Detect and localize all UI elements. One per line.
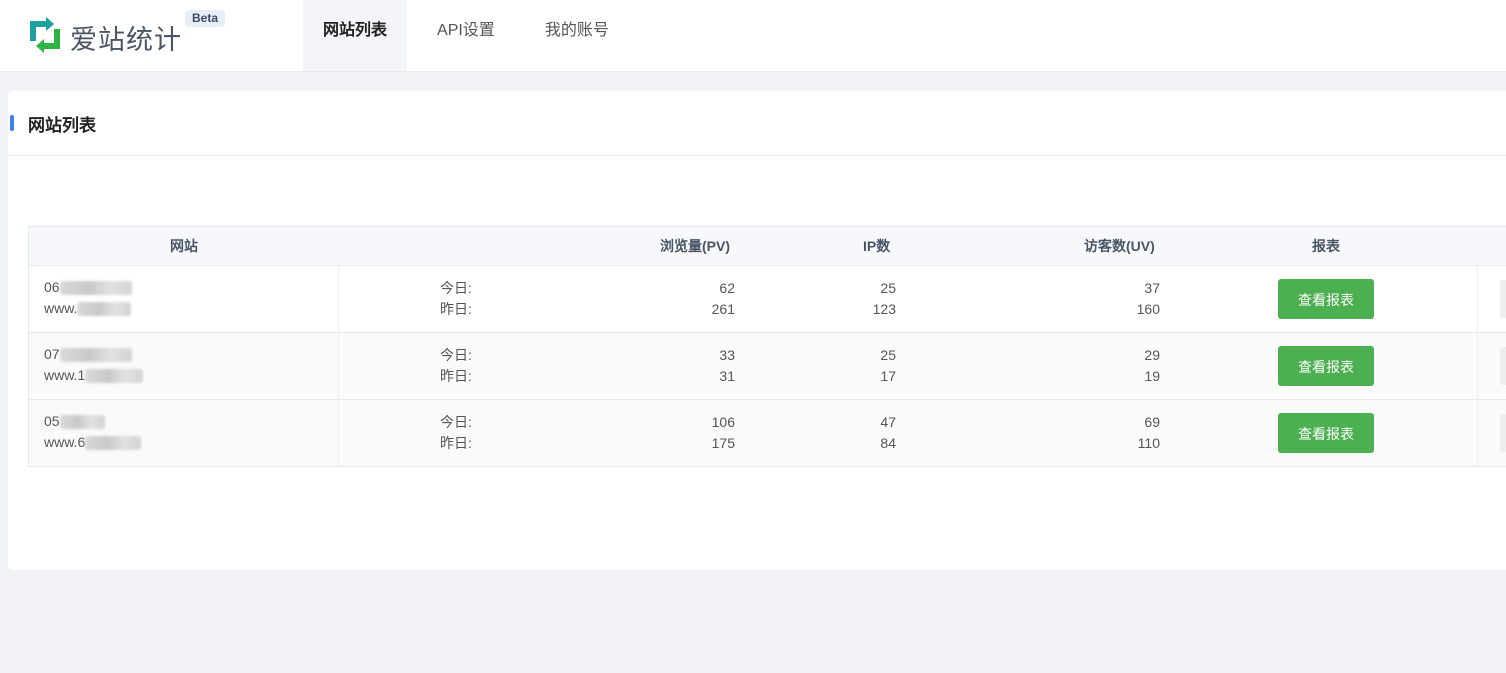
period-labels: 今日: 昨日: bbox=[440, 278, 472, 320]
header-uv[interactable]: 访客数(UV) bbox=[1084, 227, 1155, 265]
beta-badge: Beta bbox=[185, 10, 226, 27]
label-yesterday: 昨日: bbox=[440, 301, 472, 317]
redacted-text bbox=[59, 281, 132, 296]
uv-today: 37 bbox=[1144, 280, 1160, 296]
uv-yesterday: 160 bbox=[1136, 301, 1160, 317]
site-list-panel: 网站列表 网站 浏览量(PV) IP数 访客数(UV) 报表 06 www. 今… bbox=[8, 91, 1506, 570]
redacted-text bbox=[85, 369, 144, 384]
site-stats-table: 网站 浏览量(PV) IP数 访客数(UV) 报表 06 www. 今日: 昨日… bbox=[28, 226, 1506, 467]
top-header: 爱站统计 Beta 网站列表 API设置 我的账号 bbox=[0, 0, 1506, 72]
column-divider bbox=[1477, 400, 1478, 466]
header-site[interactable]: 网站 bbox=[170, 227, 198, 265]
panel-title: 网站列表 bbox=[28, 116, 96, 135]
view-report-button[interactable]: 查看报表 bbox=[1278, 279, 1374, 319]
site-url[interactable]: www.6 bbox=[44, 432, 142, 453]
ip-values: 47 84 bbox=[836, 412, 896, 454]
redacted-text bbox=[59, 415, 105, 430]
site-name: 07 bbox=[44, 344, 143, 365]
label-yesterday: 昨日: bbox=[440, 435, 472, 451]
pv-values: 106 175 bbox=[675, 412, 735, 454]
label-today: 今日: bbox=[440, 414, 472, 430]
ip-values: 25 123 bbox=[836, 278, 896, 320]
site-url[interactable]: www.1 bbox=[44, 365, 144, 386]
site-name: 05 bbox=[44, 411, 141, 432]
uv-values: 37 160 bbox=[1100, 278, 1160, 320]
site-cell: 07 www.1 bbox=[44, 344, 144, 386]
ip-values: 25 17 bbox=[836, 345, 896, 387]
uv-today: 69 bbox=[1144, 414, 1160, 430]
ip-yesterday: 84 bbox=[880, 435, 896, 451]
uv-values: 29 19 bbox=[1100, 345, 1160, 387]
ip-yesterday: 17 bbox=[880, 368, 896, 384]
pv-values: 62 261 bbox=[675, 278, 735, 320]
ip-yesterday: 123 bbox=[872, 301, 896, 317]
table-row: 05 www.6 今日: 昨日: 106 175 47 84 69 110 查看… bbox=[29, 400, 1506, 467]
pv-today: 33 bbox=[719, 347, 735, 363]
header-ip[interactable]: IP数 bbox=[863, 227, 890, 265]
table-header: 网站 浏览量(PV) IP数 访客数(UV) 报表 bbox=[29, 227, 1506, 266]
header-pv[interactable]: 浏览量(PV) bbox=[660, 227, 730, 265]
ip-today: 25 bbox=[880, 347, 896, 363]
uv-values: 69 110 bbox=[1100, 412, 1160, 454]
title-accent-bar bbox=[10, 115, 14, 131]
nav-item-my-account[interactable]: 我的账号 bbox=[525, 0, 629, 71]
pv-yesterday: 175 bbox=[711, 435, 735, 451]
pv-yesterday: 261 bbox=[711, 301, 735, 317]
table-row: 06 www. 今日: 昨日: 62 261 25 123 37 160 查看报… bbox=[29, 266, 1506, 333]
nav-item-site-list[interactable]: 网站列表 bbox=[303, 0, 408, 71]
uv-yesterday: 19 bbox=[1144, 368, 1160, 384]
ip-today: 47 bbox=[880, 414, 896, 430]
panel-header: 网站列表 bbox=[8, 91, 1506, 156]
redacted-text bbox=[77, 302, 132, 317]
site-url[interactable]: www. bbox=[44, 298, 132, 319]
ip-today: 25 bbox=[880, 280, 896, 296]
row-action-button[interactable] bbox=[1500, 280, 1506, 318]
header-report: 报表 bbox=[1312, 238, 1340, 254]
table-row: 07 www.1 今日: 昨日: 33 31 25 17 29 19 查看报表 bbox=[29, 333, 1506, 400]
period-labels: 今日: 昨日: bbox=[440, 412, 472, 454]
label-yesterday: 昨日: bbox=[440, 368, 472, 384]
app-name: 爱站统计 bbox=[70, 25, 182, 55]
logo-icon bbox=[30, 17, 60, 53]
site-cell: 06 www. bbox=[44, 277, 132, 319]
uv-yesterday: 110 bbox=[1137, 435, 1160, 451]
redacted-text bbox=[85, 436, 142, 451]
pv-today: 62 bbox=[719, 280, 735, 296]
row-action-button[interactable] bbox=[1500, 414, 1506, 452]
main-nav: 网站列表 API设置 我的账号 bbox=[303, 0, 629, 71]
view-report-button[interactable]: 查看报表 bbox=[1278, 346, 1374, 386]
column-divider bbox=[1477, 333, 1478, 399]
row-action-button[interactable] bbox=[1500, 347, 1506, 385]
period-labels: 今日: 昨日: bbox=[440, 345, 472, 387]
label-today: 今日: bbox=[440, 347, 472, 363]
pv-values: 33 31 bbox=[675, 345, 735, 387]
site-name: 06 bbox=[44, 277, 132, 298]
view-report-button[interactable]: 查看报表 bbox=[1278, 413, 1374, 453]
site-cell: 05 www.6 bbox=[44, 411, 142, 453]
pv-yesterday: 31 bbox=[719, 368, 735, 384]
column-divider bbox=[1477, 266, 1478, 332]
redacted-text bbox=[59, 348, 132, 363]
column-divider bbox=[338, 400, 339, 466]
pv-today: 106 bbox=[711, 414, 735, 430]
label-today: 今日: bbox=[440, 280, 472, 296]
column-divider bbox=[338, 266, 339, 332]
column-divider bbox=[338, 333, 339, 399]
uv-today: 29 bbox=[1144, 347, 1160, 363]
nav-item-api-settings[interactable]: API设置 bbox=[417, 0, 515, 71]
